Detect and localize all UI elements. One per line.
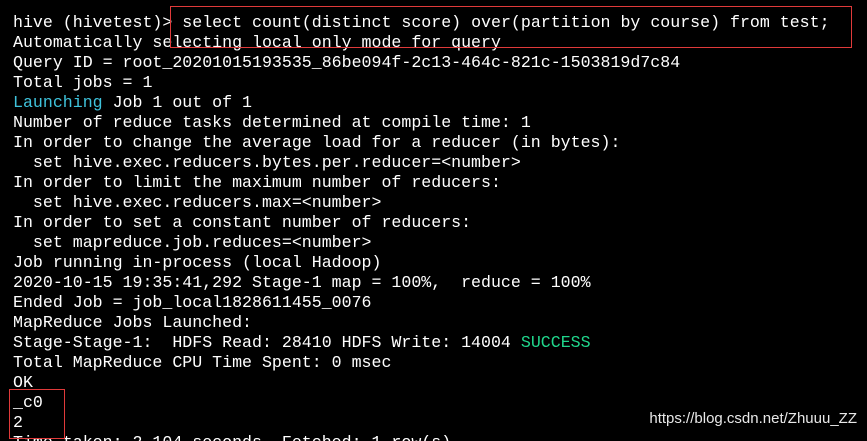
terminal-window[interactable]: hive (hivetest)> select count(distinct s… — [0, 0, 867, 441]
output-line-change-load: In order to change the average load for … — [13, 133, 621, 152]
output-line-jobs-launched: MapReduce Jobs Launched: — [13, 313, 252, 332]
output-line-reducers-max: set hive.exec.reducers.max=<number> — [13, 193, 382, 212]
output-line-job-running: Job running in-process (local Hadoop) — [13, 253, 382, 272]
output-line-ended-job: Ended Job = job_local1828611455_0076 — [13, 293, 372, 312]
launching-keyword: Launching — [13, 93, 103, 112]
output-line-query-id: Query ID = root_20201015193535_86be094f-… — [13, 53, 681, 72]
launching-detail: Job 1 out of 1 — [102, 93, 252, 112]
output-line-stage-summary: Stage-Stage-1: HDFS Read: 28410 HDFS Wri… — [13, 333, 591, 353]
watermark-text: https://blog.csdn.net/Zhuuu_ZZ — [649, 410, 857, 427]
output-line-total-jobs: Total jobs = 1 — [13, 73, 153, 92]
output-line-stage-progress: 2020-10-15 19:35:41,292 Stage-1 map = 10… — [13, 273, 591, 292]
command-highlight-box — [170, 6, 852, 48]
shell-prompt: hive (hivetest)> — [13, 13, 183, 32]
output-line-launching: Launching Job 1 out of 1 — [13, 93, 252, 113]
output-line-limit-reducers: In order to limit the maximum number of … — [13, 173, 501, 192]
output-line-constant-reducers: In order to set a constant number of red… — [13, 213, 472, 232]
output-line-bytes-per-reducer: set hive.exec.reducers.bytes.per.reducer… — [13, 153, 521, 172]
output-line-job-reduces: set mapreduce.job.reduces=<number> — [13, 233, 372, 252]
output-line-reduce-tasks: Number of reduce tasks determined at com… — [13, 113, 531, 132]
output-line-cpu-time: Total MapReduce CPU Time Spent: 0 msec — [13, 353, 392, 372]
stage-summary-text: Stage-Stage-1: HDFS Read: 28410 HDFS Wri… — [13, 333, 521, 352]
output-line-time-taken: Time taken: 2.104 seconds, Fetched: 1 ro… — [13, 433, 451, 441]
success-status: SUCCESS — [520, 333, 591, 352]
result-highlight-box — [9, 389, 65, 439]
